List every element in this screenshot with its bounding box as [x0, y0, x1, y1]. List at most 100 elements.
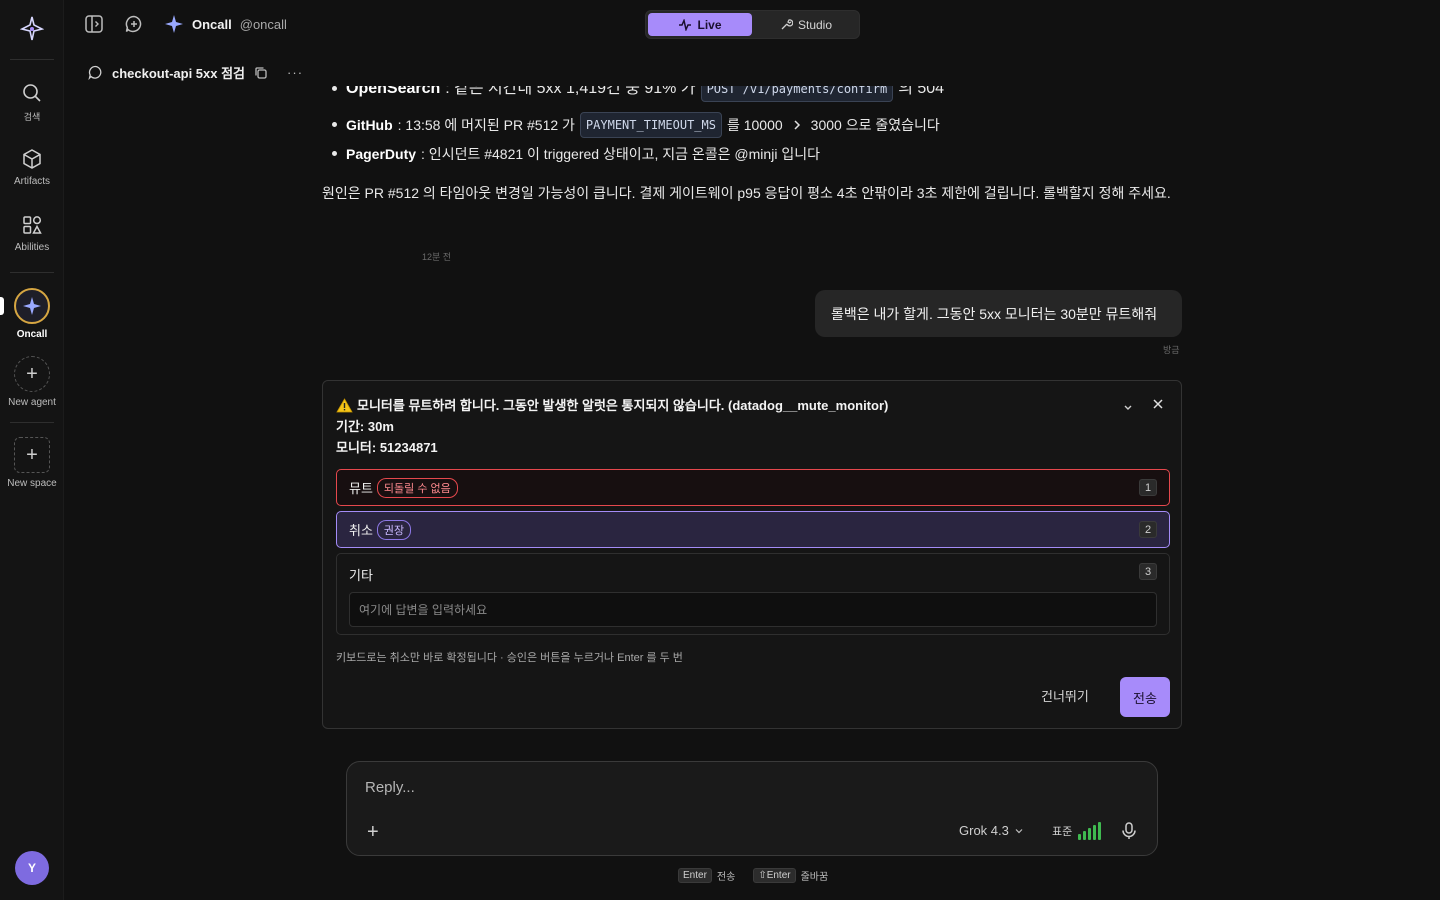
signal-bars-icon [1078, 822, 1102, 840]
oncall-agent-avatar [14, 288, 50, 324]
rail-divider [10, 59, 54, 60]
list-item: GitHub : 13:58 에 머지된 PR #512 가 PAYMENT_T… [322, 110, 1182, 139]
irreversible-badge: 되돌릴 수 없음 [376, 477, 458, 498]
rail-item-label: New agent [8, 397, 56, 408]
mode-switch: Live Studio [645, 10, 860, 39]
effort-selector[interactable]: 표준 [1052, 822, 1102, 840]
rail-item-abilities[interactable]: Abilities [0, 214, 64, 253]
thread-header: checkout-api 5xx 점검 ··· [88, 63, 303, 82]
user-avatar[interactable]: Y [15, 851, 49, 885]
bullet-text: : 13:58 에 머지된 PR #512 가 [397, 116, 575, 133]
bullet-text: 의 504 [898, 86, 945, 97]
option-label: 뮤트 [349, 481, 373, 496]
option-mute[interactable]: 뮤트 되돌릴 수 없음 1 [336, 469, 1170, 506]
rail-item-new-agent[interactable]: + New agent [0, 356, 64, 408]
keyboard-hint: 키보드로는 취소만 바로 확정됩니다 · 승인은 버튼을 누르거나 Enter … [336, 652, 683, 664]
bullet-text: : 같은 시간대 5xx 1,419건 중 91% 가 [445, 86, 696, 97]
skip-button[interactable]: 건너뛰기 [1041, 686, 1089, 705]
thread-more-icon[interactable]: ··· [287, 65, 303, 80]
rail-item-label: Artifacts [13, 176, 51, 187]
rail-item-search[interactable]: 검색 [0, 82, 64, 123]
bullet-text: 를 10000 [726, 116, 783, 133]
thread-title: checkout-api 5xx 점검 [112, 66, 246, 81]
attach-plus-icon[interactable]: + [367, 821, 379, 844]
search-icon [23, 84, 41, 102]
rail-item-oncall[interactable]: Oncall [0, 288, 64, 340]
option-label: 기타 [349, 568, 373, 583]
option-shortcut-key: 1 [1139, 479, 1157, 496]
plus-icon: + [14, 356, 50, 392]
chat-bubble-icon [88, 65, 102, 80]
shift-enter-key: ⇧Enter [753, 868, 796, 883]
activity-icon [679, 18, 692, 31]
approval-monitor: 모니터: 51234871 [336, 440, 438, 455]
approval-duration: 기간: 30m [336, 419, 394, 434]
approval-title-row: 모니터를 뮤트하려 합니다. 그동안 발생한 알럿은 통지되지 않습니다. (d… [336, 395, 888, 416]
app-logo-icon[interactable] [20, 16, 44, 42]
user-message-timestamp: 방금 [1163, 345, 1180, 355]
approval-title: 모니터를 뮤트하려 합니다. 그동안 발생한 알럿은 통지되지 않습니다. (d… [357, 398, 889, 413]
message-clip: OpenSearch : 같은 시간대 5xx 1,419건 중 91% 가 P… [322, 86, 1182, 106]
model-selector[interactable]: Grok 4.3 [959, 823, 1024, 838]
model-name: Grok 4.3 [959, 823, 1009, 838]
option-other[interactable]: 기타 3 [336, 553, 1170, 635]
message-timestamp: 12분 전 [422, 252, 452, 262]
effort-label: 표준 [1052, 826, 1073, 838]
agent-header: Oncall @oncall [164, 14, 287, 34]
reply-composer: + Grok 4.3 표준 [346, 761, 1158, 856]
copy-icon[interactable] [254, 66, 268, 80]
message-bullets: GitHub : 13:58 에 머지된 PR #512 가 PAYMENT_T… [322, 110, 1182, 168]
source-name: PagerDuty [346, 145, 417, 162]
send-button[interactable]: 전송 [1120, 677, 1170, 717]
chevron-down-icon [1015, 828, 1023, 833]
rail-item-label: New space [7, 478, 57, 489]
inline-code: POST /v1/payments/confirm [700, 86, 894, 102]
chevron-down-icon[interactable] [1122, 401, 1134, 413]
message-conclusion: 원인은 PR #512 의 타임아웃 변경일 가능성이 큽니다. 결제 게이트웨… [322, 185, 1171, 201]
warning-icon [336, 398, 353, 413]
agent-handle: @oncall [239, 16, 287, 32]
rail-divider [10, 272, 54, 273]
rail-divider [10, 422, 54, 423]
close-icon[interactable] [1152, 398, 1164, 410]
bullet-text: 3000 으로 줄였습니다 [810, 116, 940, 133]
rail-item-label: Abilities [14, 242, 50, 253]
mode-live-button[interactable]: Live [648, 13, 752, 36]
shortcut-hints: Enter 전송 ⇧Enter 줄바꿈 [678, 868, 828, 883]
recommended-badge: 권장 [376, 519, 412, 540]
left-rail: 검색 Artifacts Abilities Oncall + New agen… [0, 0, 64, 900]
other-answer-input[interactable] [349, 592, 1157, 627]
option-label: 취소 [349, 523, 373, 538]
rail-item-label: 검색 [23, 112, 41, 122]
rail-item-artifacts[interactable]: Artifacts [0, 148, 64, 187]
option-cancel[interactable]: 취소 권장 2 [336, 511, 1170, 548]
sparkle-icon [165, 15, 183, 33]
inline-code: PAYMENT_TIMEOUT_MS [579, 111, 722, 138]
bullet-text: : 인시던트 #4821 이 triggered 상태이고, 지금 온콜은 @m… [421, 145, 820, 162]
list-item: OpenSearch : 같은 시간대 5xx 1,419건 중 91% 가 P… [322, 86, 1182, 103]
option-shortcut-key: 2 [1139, 521, 1157, 538]
rail-item-label: Oncall [16, 329, 48, 340]
approval-card: 모니터를 뮤트하려 합니다. 그동안 발생한 알럿은 통지되지 않습니다. (d… [322, 380, 1182, 729]
sparkle-icon [23, 297, 41, 315]
enter-key: Enter [678, 868, 712, 883]
list-item: PagerDuty : 인시던트 #4821 이 triggered 상태이고,… [322, 139, 1182, 168]
mode-studio-button[interactable]: Studio [754, 13, 858, 36]
cube-icon [23, 149, 41, 169]
sidebar-toggle-icon[interactable] [84, 14, 104, 34]
option-shortcut-key: 3 [1139, 563, 1157, 580]
shift-enter-action: 줄바꿈 [800, 872, 829, 883]
source-name: OpenSearch [346, 86, 441, 97]
mode-live-label: Live [697, 17, 722, 32]
user-message-bubble: 롤백은 내가 할게. 그동안 5xx 모니터는 30분만 뮤트해줘 [815, 290, 1182, 337]
new-chat-icon[interactable] [124, 14, 144, 34]
microphone-icon[interactable] [1119, 821, 1139, 841]
source-name: GitHub [346, 116, 393, 133]
grid-shapes-icon [23, 216, 42, 234]
reply-input[interactable] [365, 779, 1125, 803]
plus-icon: + [14, 437, 50, 473]
agent-name: Oncall [192, 16, 232, 32]
enter-action: 전송 [716, 872, 736, 883]
approval-header: 모니터를 뮤트하려 합니다. 그동안 발생한 알럿은 통지되지 않습니다. (d… [336, 395, 888, 458]
rail-item-new-space[interactable]: + New space [0, 437, 64, 489]
